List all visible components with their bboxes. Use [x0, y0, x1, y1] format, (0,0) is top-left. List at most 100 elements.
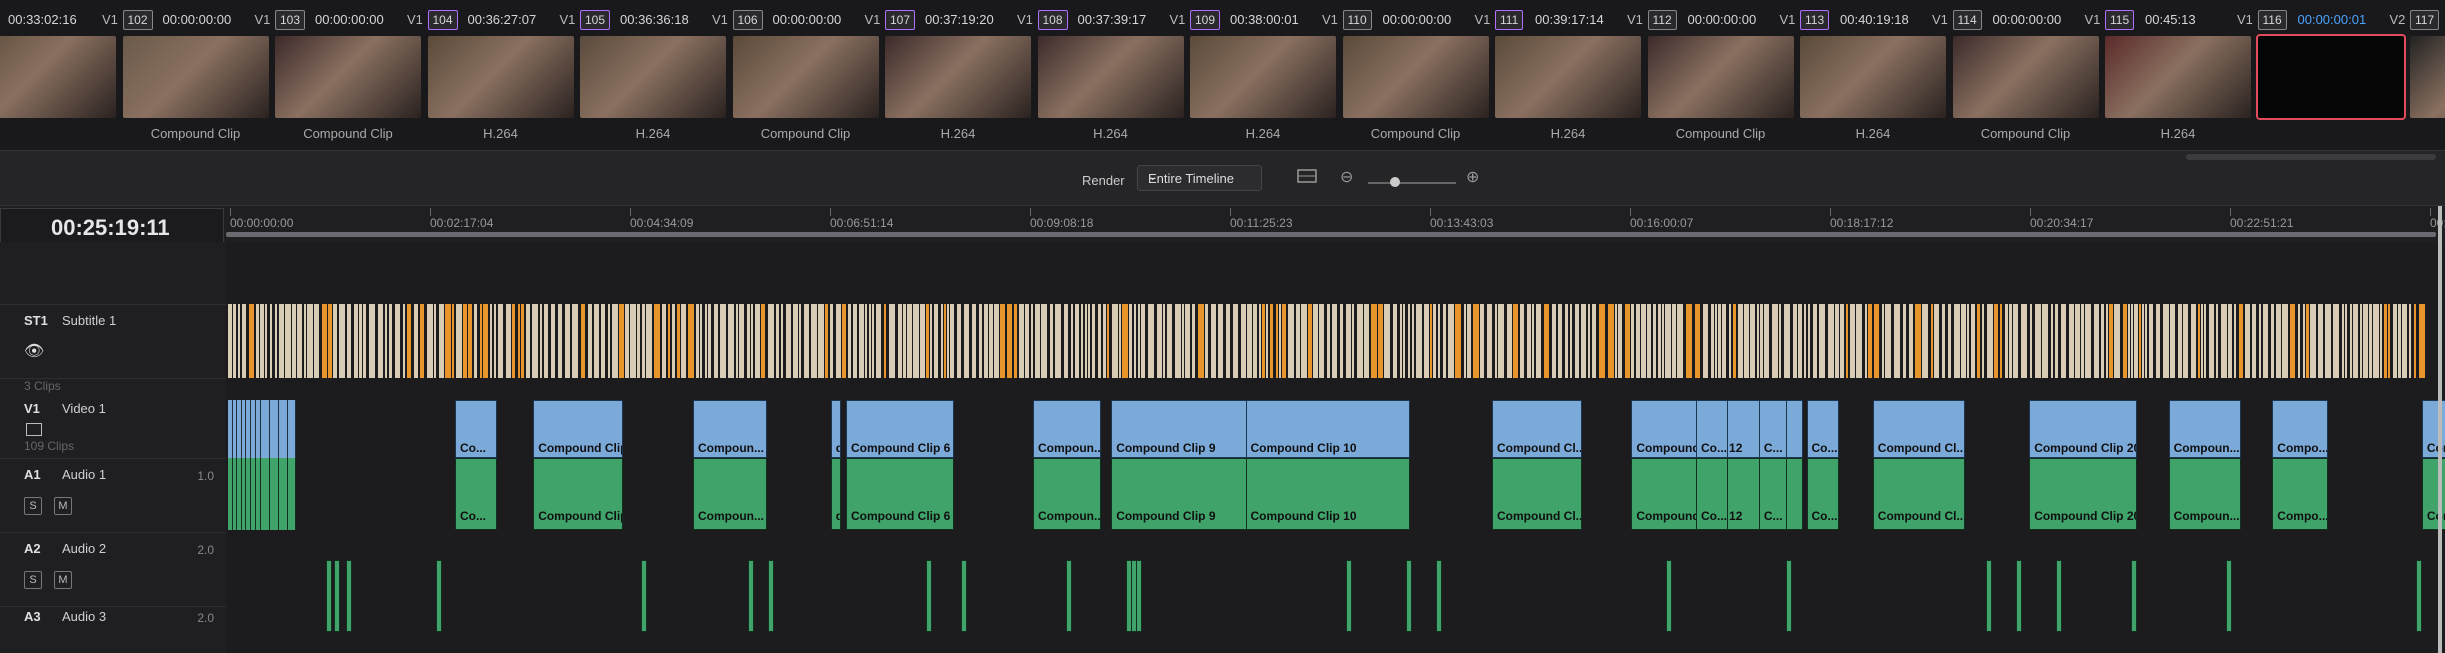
subtitle-clip[interactable] — [1672, 304, 1676, 378]
subtitle-clip[interactable] — [1625, 304, 1630, 378]
subtitle-clip[interactable] — [950, 304, 954, 378]
subtitle-clip[interactable] — [728, 304, 734, 378]
subtitle-clip[interactable] — [1233, 304, 1238, 378]
subtitle-clip[interactable] — [1430, 304, 1432, 378]
thumbnail-clip[interactable]: 104 00:36:27:07 V1 H.264 — [427, 0, 580, 150]
subtitle-clip[interactable] — [238, 304, 240, 378]
subtitle-clip[interactable] — [1247, 304, 1252, 378]
subtitle-clip[interactable] — [2061, 304, 2066, 378]
subtitle-clip[interactable] — [532, 304, 538, 378]
subtitle-clip[interactable] — [1433, 304, 1436, 378]
thumbnail-clip[interactable]: 102 00:00:00:00 V1 Compound Clip — [122, 0, 275, 150]
eye-icon[interactable]: 👁 — [24, 341, 44, 361]
subtitle-clip[interactable] — [480, 304, 482, 378]
subtitle-clip[interactable] — [1828, 304, 1834, 378]
video-clip[interactable]: Compound Clip 6 — [846, 400, 954, 458]
subtitle-clip[interactable] — [420, 304, 424, 378]
subtitle-clip[interactable] — [279, 304, 284, 378]
subtitle-clip[interactable] — [2360, 304, 2362, 378]
audio2-clip[interactable] — [1436, 560, 1442, 632]
subtitle-clip[interactable] — [1163, 304, 1165, 378]
subtitle-clip[interactable] — [2149, 304, 2153, 378]
subtitle-clip[interactable] — [2310, 304, 2316, 378]
subtitle-clip[interactable] — [1885, 304, 1891, 378]
subtitle-clip[interactable] — [1784, 304, 1790, 378]
subtitle-clip[interactable] — [1000, 304, 1005, 378]
subtitle-clip[interactable] — [1954, 304, 1960, 378]
subtitle-clip[interactable] — [1412, 304, 1414, 378]
subtitle-clip[interactable] — [2128, 304, 2130, 378]
subtitle-clip[interactable] — [1653, 304, 1656, 378]
subtitle-clip[interactable] — [2005, 304, 2008, 378]
subtitle-clip[interactable] — [1185, 304, 1190, 378]
subtitle-clip[interactable] — [1744, 304, 1749, 378]
subtitle-clip[interactable] — [1575, 304, 1579, 378]
subtitle-clip[interactable] — [889, 304, 895, 378]
subtitle-clip[interactable] — [865, 304, 867, 378]
subtitle-clip[interactable] — [972, 304, 976, 378]
subtitle-clip[interactable] — [2303, 304, 2305, 378]
subtitle-clip[interactable] — [818, 304, 824, 378]
subtitle-clip[interactable] — [926, 304, 929, 378]
subtitle-clip[interactable] — [1266, 304, 1268, 378]
subtitle-clip[interactable] — [434, 304, 436, 378]
subtitle-clip[interactable] — [1167, 304, 1172, 378]
subtitle-clip[interactable] — [619, 304, 624, 378]
subtitle-clip[interactable] — [270, 304, 272, 378]
subtitle-clip[interactable] — [2085, 304, 2091, 378]
subtitle-clip[interactable] — [739, 304, 744, 378]
subtitle-clip[interactable] — [2276, 304, 2281, 378]
subtitle-clip[interactable] — [1695, 304, 1700, 378]
subtitle-clip[interactable] — [1408, 304, 1410, 378]
subtitle-clip[interactable] — [1894, 304, 1900, 378]
audio2-clip[interactable] — [2056, 560, 2062, 632]
subtitle-clip[interactable] — [642, 304, 645, 378]
subtitle-clip[interactable] — [1218, 304, 1223, 378]
subtitle-clip[interactable] — [2259, 304, 2261, 378]
thumbnail-clip[interactable]: 108 00:37:39:17 V1 H.264 — [1037, 0, 1190, 150]
video-clip[interactable] — [261, 400, 270, 458]
subtitle-clip[interactable] — [1403, 304, 1405, 378]
timeline-tracks[interactable]: Co... Compound Clip 2 Compoun... d... Compou… — [226, 242, 2445, 653]
subtitle-clip[interactable] — [581, 304, 585, 378]
subtitle-clip[interactable] — [1703, 304, 1708, 378]
audio-clip[interactable]: Compound Clip 10 — [1245, 458, 1410, 530]
subtitle-clip[interactable] — [1352, 304, 1354, 378]
a1-lane[interactable]: Co... Compound Clip 2 Compoun... d... Compou… — [226, 458, 2445, 532]
subtitle-clip[interactable] — [307, 304, 313, 378]
subtitle-clip[interactable] — [1733, 304, 1736, 378]
subtitle-clip[interactable] — [452, 304, 454, 378]
subtitle-clip[interactable] — [947, 304, 949, 378]
subtitle-clip[interactable] — [630, 304, 636, 378]
subtitle-clip[interactable] — [1112, 304, 1118, 378]
audio2-clip[interactable] — [748, 560, 754, 632]
video-clip[interactable]: Compound Clip 9 — [1111, 400, 1258, 458]
subtitle-clip[interactable] — [439, 304, 444, 378]
subtitle-clip[interactable] — [1480, 304, 1484, 378]
subtitle-clip[interactable] — [2414, 304, 2416, 378]
subtitle-clip[interactable] — [625, 304, 629, 378]
subtitle-clip[interactable] — [2035, 304, 2041, 378]
subtitle-clip[interactable] — [1868, 304, 1872, 378]
subtitle-clip[interactable] — [2345, 304, 2347, 378]
subtitle-clip[interactable] — [700, 304, 702, 378]
subtitle-clip[interactable] — [1103, 304, 1106, 378]
subtitle-clip[interactable] — [2131, 304, 2133, 378]
video-clip[interactable]: d... — [830, 400, 841, 458]
subtitle-clip[interactable] — [1276, 304, 1278, 378]
subtitle-clip[interactable] — [2252, 304, 2256, 378]
subtitle-clip[interactable] — [1840, 304, 1844, 378]
subtitle-clip[interactable] — [1384, 304, 1390, 378]
audio-clip[interactable]: Compoun... — [693, 458, 767, 530]
a2-lane[interactable] — [226, 560, 2445, 632]
subtitle-clip[interactable] — [1715, 304, 1717, 378]
subtitle-clip[interactable] — [736, 304, 738, 378]
subtitle-clip[interactable] — [2306, 304, 2309, 378]
thumbnail-clip[interactable]: 107 00:37:19:20 V1 H.264 — [885, 0, 1037, 150]
subtitle-clip[interactable] — [2009, 304, 2012, 378]
subtitle-clip[interactable] — [941, 304, 943, 378]
subtitle-clip[interactable] — [1793, 304, 1797, 378]
audio-clip[interactable]: Compo... — [2272, 458, 2329, 530]
subtitle-clip[interactable] — [1922, 304, 1928, 378]
subtitle-clip[interactable] — [1332, 304, 1337, 378]
